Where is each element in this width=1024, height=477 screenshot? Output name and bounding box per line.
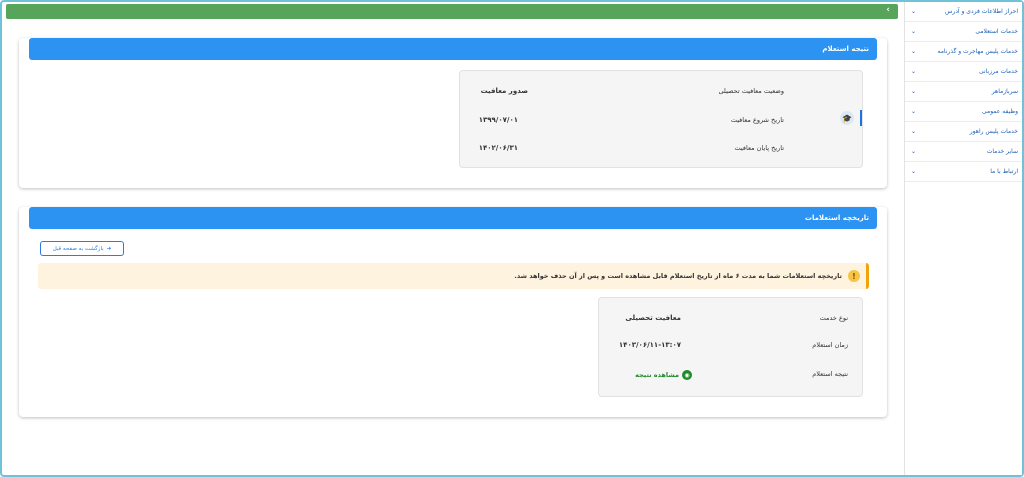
chevron-down-icon: ⌄ xyxy=(911,8,917,15)
result-row-label: تاریخ شروع معافیت xyxy=(730,116,784,124)
sidebar-item-immigration[interactable]: خدمات پلیس مهاجرت و گذرنامه ⌄ xyxy=(905,42,1022,62)
back-button[interactable]: ➜ بازگشت به صفحه قبل xyxy=(40,241,124,256)
sidebar-item-inquiry[interactable]: خدمات استعلامی ⌄ xyxy=(905,22,1022,42)
sidebar-item-label: سربازماهر xyxy=(991,88,1018,95)
history-row-value: معافیت تحصیلی xyxy=(625,314,681,322)
chevron-down-icon: ⌄ xyxy=(911,48,917,55)
sidebar-item-other-services[interactable]: سایر خدمات ⌄ xyxy=(905,142,1022,162)
sidebar-item-label: سایر خدمات xyxy=(986,148,1018,155)
chevron-down-icon: ⌄ xyxy=(911,128,917,135)
arrow-right-icon: ➜ xyxy=(106,245,112,252)
history-warning-text: تاریخچه استعلامات شما به مدت ۶ ماه از تا… xyxy=(514,272,842,280)
history-card-title: تاریخچه استعلامات xyxy=(804,214,869,222)
eye-icon: ◉ xyxy=(682,370,692,380)
top-bar: ‹ xyxy=(6,4,898,19)
result-card-header: نتیجه استعلام xyxy=(29,38,877,60)
chevron-down-icon: ⌄ xyxy=(911,108,917,115)
warning-icon: ! xyxy=(848,270,860,282)
history-row-label: نتیجه استعلام xyxy=(812,370,848,378)
history-row-label: زمان استعلام xyxy=(812,341,848,349)
sidebar-item-label: خدمات مرزبانی xyxy=(978,68,1018,75)
sidebar-item-skilled-soldier[interactable]: سربازماهر ⌄ xyxy=(905,82,1022,102)
history-warning: ! تاریخچه استعلامات شما به مدت ۶ ماه از … xyxy=(38,263,869,289)
chevron-down-icon: ⌄ xyxy=(911,148,917,155)
result-row-value: ۱۴۰۲/۰۶/۳۱ xyxy=(478,144,518,152)
result-row-value: صدور معافیت xyxy=(480,87,528,95)
chevron-down-icon: ⌄ xyxy=(911,88,917,95)
active-indicator xyxy=(860,110,862,126)
history-panel: نوع خدمت معافیت تحصیلی زمان استعلام ۱۴۰۳… xyxy=(598,297,863,397)
result-card: نتیجه استعلام وضعیت معافیت تحصیلی صدور م… xyxy=(19,38,887,188)
collapse-sidebar-button[interactable]: ‹ xyxy=(886,5,890,15)
history-card-header: تاریخچه استعلامات xyxy=(29,207,877,229)
sidebar-item-border[interactable]: خدمات مرزبانی ⌄ xyxy=(905,62,1022,82)
sidebar-item-contact[interactable]: ارتباط با ما ⌄ xyxy=(905,162,1022,182)
sidebar-item-label: خدمات پلیس مهاجرت و گذرنامه xyxy=(937,48,1019,55)
back-button-label: بازگشت به صفحه قبل xyxy=(52,245,104,252)
graduation-cap-icon: 🎓 xyxy=(840,111,854,125)
sidebar: احراز اطلاعات فردی و آدرس ⌄ خدمات استعلام… xyxy=(904,2,1022,475)
sidebar-item-label: خدمات استعلامی xyxy=(975,28,1018,35)
result-row-label: تاریخ پایان معافیت xyxy=(734,144,784,152)
sidebar-item-identity[interactable]: احراز اطلاعات فردی و آدرس ⌄ xyxy=(905,2,1022,22)
history-row-value: ۱۴۰۳/۰۶/۱۱-۱۳:۰۷ xyxy=(618,341,681,349)
chevron-down-icon: ⌄ xyxy=(911,168,917,175)
history-card: تاریخچه استعلامات ➜ بازگشت به صفحه قبل !… xyxy=(19,207,887,417)
view-result-label: مشاهده نتیجه xyxy=(635,371,679,379)
sidebar-item-traffic-police[interactable]: خدمات پلیس راهور ⌄ xyxy=(905,122,1022,142)
result-row-value: ۱۳۹۹/۰۷/۰۱ xyxy=(478,116,518,124)
sidebar-item-label: وظیفه عمومی xyxy=(981,108,1018,115)
sidebar-item-label: احراز اطلاعات فردی و آدرس xyxy=(945,8,1018,15)
sidebar-item-label: ارتباط با ما xyxy=(990,168,1018,175)
chevron-down-icon: ⌄ xyxy=(911,28,917,35)
view-result-link[interactable]: ◉ مشاهده نتیجه xyxy=(635,370,692,380)
sidebar-item-label: خدمات پلیس راهور xyxy=(969,128,1018,135)
sidebar-item-military-service[interactable]: وظیفه عمومی ⌄ xyxy=(905,102,1022,122)
chevron-down-icon: ⌄ xyxy=(911,68,917,75)
result-panel: وضعیت معافیت تحصیلی صدور معافیت تاریخ شر… xyxy=(459,70,863,168)
history-row-label: نوع خدمت xyxy=(819,314,848,322)
result-card-title: نتیجه استعلام xyxy=(822,45,869,53)
result-row-label: وضعیت معافیت تحصیلی xyxy=(718,87,785,95)
